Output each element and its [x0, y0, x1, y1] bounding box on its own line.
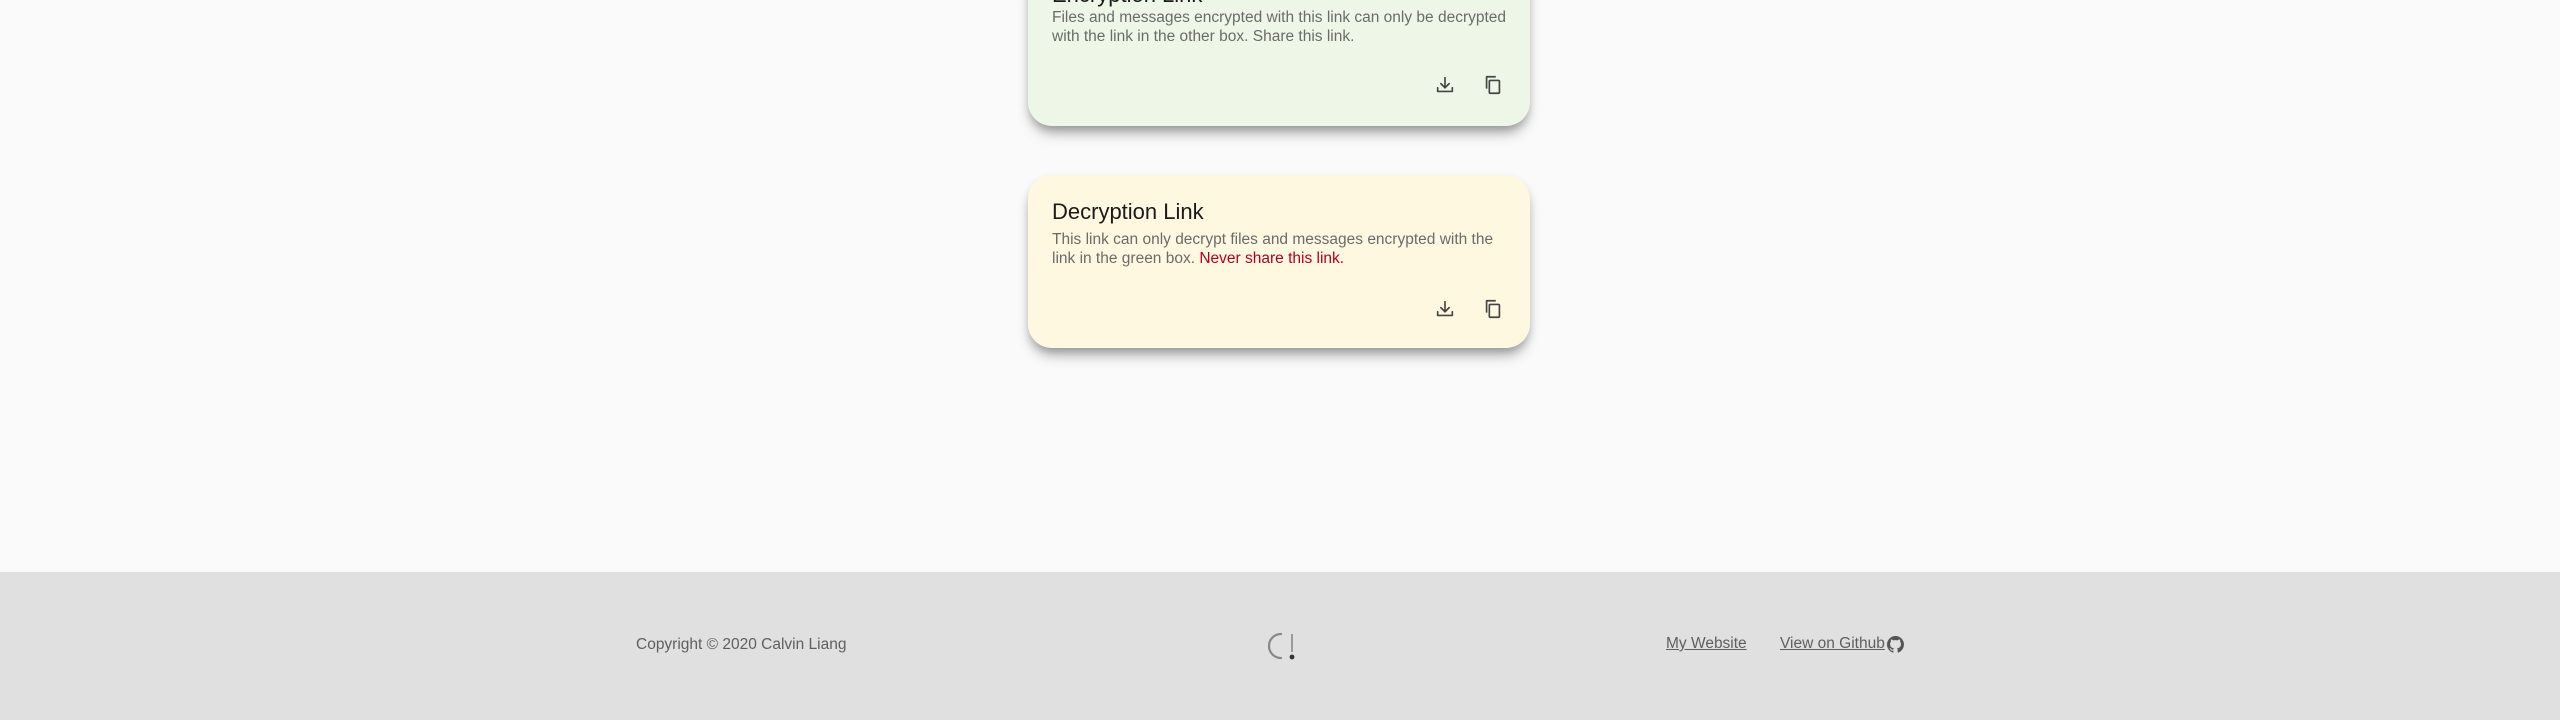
encryption-card-actions	[1432, 72, 1506, 98]
download-icon	[1436, 76, 1454, 93]
encryption-copy-button[interactable]	[1480, 72, 1506, 98]
decryption-link-card: Decryption Link This link can only decry…	[1028, 175, 1530, 348]
decryption-card-warning: Never share this link.	[1199, 250, 1345, 267]
decryption-card-description: This link can only decrypt files and mes…	[1052, 230, 1507, 268]
download-icon	[1436, 300, 1454, 317]
copy-icon	[1485, 299, 1501, 319]
github-link-label: View on Github	[1780, 635, 1885, 652]
decryption-card-title: Decryption Link	[1052, 199, 1204, 224]
encryption-card-description: Files and messages encrypted with this l…	[1052, 9, 1507, 45]
github-icon	[1886, 635, 1904, 653]
copy-icon	[1485, 75, 1501, 95]
encryption-card-title: Encryption Link	[1052, 0, 1202, 8]
decryption-card-actions	[1432, 296, 1506, 322]
encryption-link-card: Encryption Link Files and messages encry…	[1028, 0, 1530, 126]
encryption-download-button[interactable]	[1432, 72, 1458, 98]
logo-icon	[1262, 626, 1298, 666]
footer-copyright: Copyright © 2020 Calvin Liang	[636, 636, 847, 653]
view-on-github-link[interactable]: View on Github	[1780, 635, 1904, 653]
site-footer: Copyright © 2020 Calvin Liang My Website…	[0, 572, 2560, 720]
decryption-download-button[interactable]	[1432, 296, 1458, 322]
my-website-link[interactable]: My Website	[1666, 635, 1747, 653]
decryption-copy-button[interactable]	[1480, 296, 1506, 322]
